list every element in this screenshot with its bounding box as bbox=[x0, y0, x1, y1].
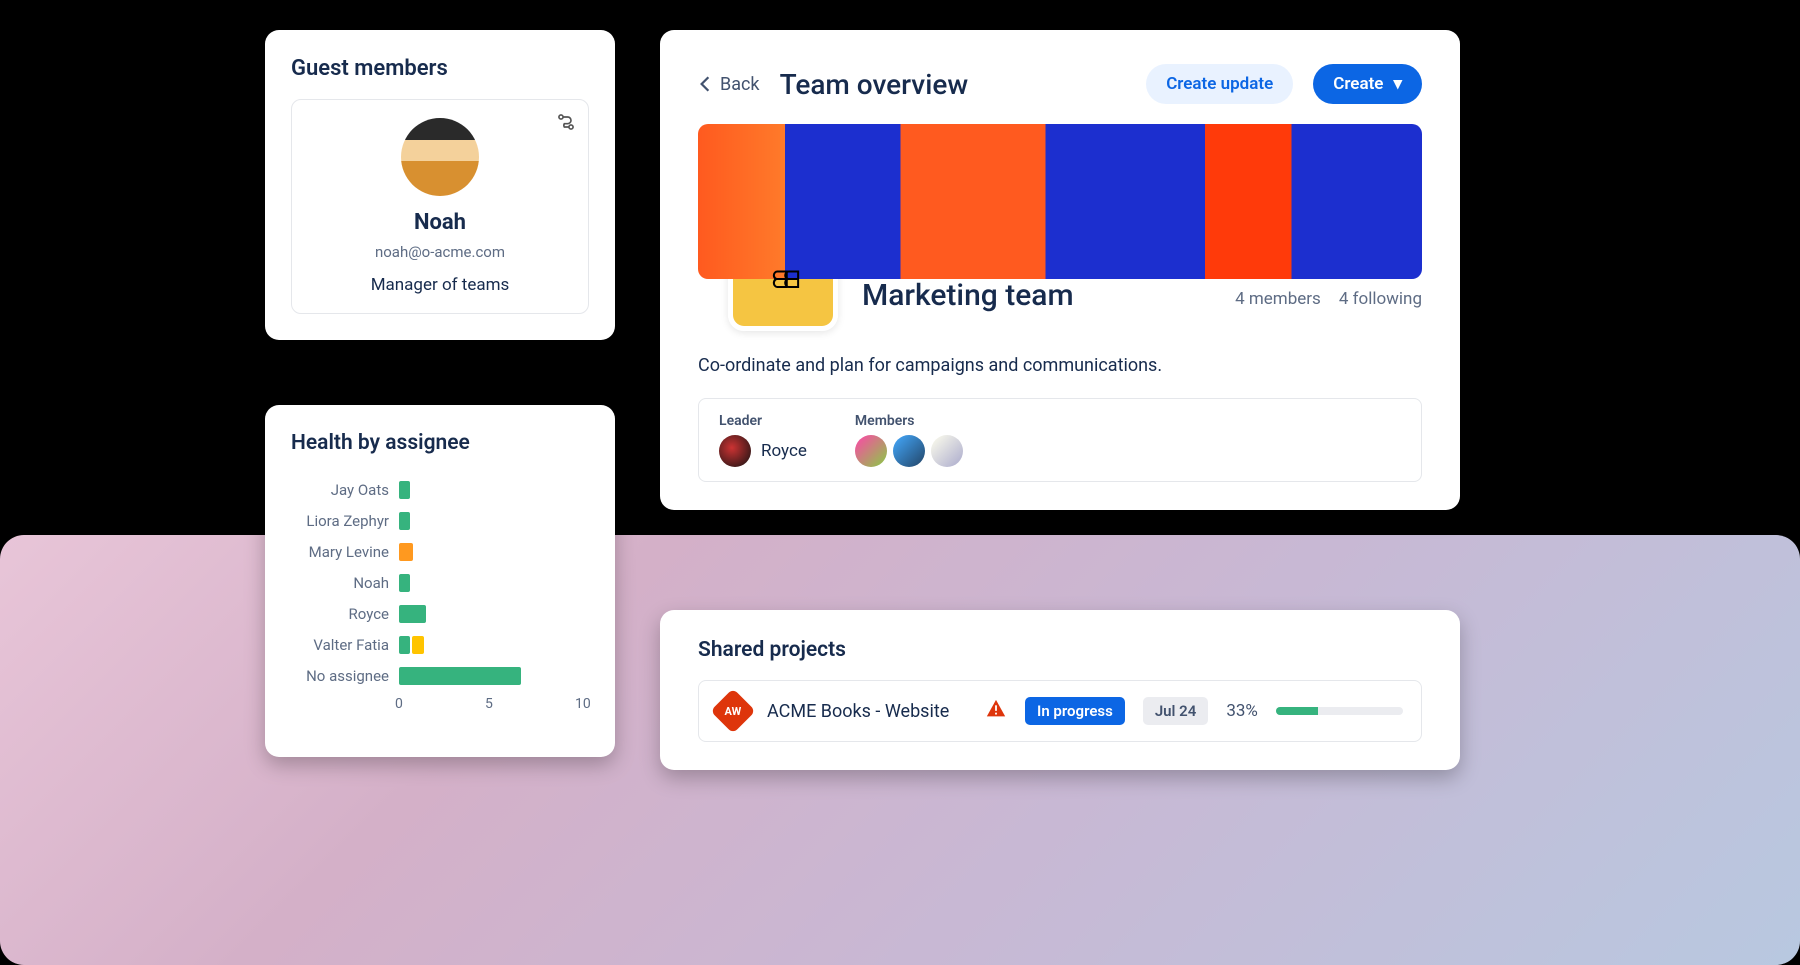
following-count: 4 following bbox=[1339, 289, 1422, 309]
overview-title: Team overview bbox=[780, 68, 1127, 101]
chart-bar bbox=[399, 481, 410, 499]
members-count: 4 members bbox=[1235, 289, 1321, 309]
health-chart: Jay Oats Liora Zephyr Mary Levine Noah Royce… bbox=[291, 475, 589, 735]
chevron-down-icon: ▾ bbox=[1393, 74, 1402, 94]
guest-section-title: Guest members bbox=[291, 56, 589, 81]
guest-role: Manager of teams bbox=[371, 275, 510, 295]
chart-label: Mary Levine bbox=[291, 543, 399, 561]
status-badge: In progress bbox=[1025, 697, 1125, 725]
chart-label: Jay Oats bbox=[291, 481, 399, 499]
team-name: Marketing team bbox=[862, 278, 1217, 331]
chart-bar bbox=[399, 512, 410, 530]
health-card: Health by assignee Jay Oats Liora Zephyr M… bbox=[265, 405, 615, 757]
chart-tick: 5 bbox=[485, 696, 493, 712]
chart-tick: 0 bbox=[395, 696, 403, 712]
chart-label: Valter Fatia bbox=[291, 636, 399, 654]
chart-label: Royce bbox=[291, 605, 399, 623]
leader-avatar[interactable] bbox=[719, 435, 751, 467]
chart-bar bbox=[399, 543, 413, 561]
back-button[interactable]: Back bbox=[698, 74, 760, 95]
create-button[interactable]: Create ▾ bbox=[1313, 64, 1422, 104]
member-avatar[interactable] bbox=[855, 435, 887, 467]
chart-bar bbox=[399, 605, 426, 623]
back-label: Back bbox=[720, 74, 760, 95]
chart-bar bbox=[412, 636, 425, 654]
guest-name: Noah bbox=[414, 210, 466, 235]
chart-label: Liora Zephyr bbox=[291, 512, 399, 530]
project-icon: AW bbox=[710, 688, 755, 733]
leader-label: Leader bbox=[719, 413, 807, 429]
create-label: Create bbox=[1333, 74, 1383, 94]
chart-label: No assignee bbox=[291, 667, 399, 685]
member-avatar[interactable] bbox=[931, 435, 963, 467]
warning-icon bbox=[985, 698, 1007, 724]
guest-member-tile[interactable]: Noah noah@o-acme.com Manager of teams bbox=[291, 99, 589, 314]
shared-title: Shared projects bbox=[698, 638, 1422, 662]
leader-name: Royce bbox=[761, 441, 807, 461]
guest-members-card: Guest members Noah noah@o-acme.com Manag… bbox=[265, 30, 615, 340]
progress-bar bbox=[1276, 707, 1403, 715]
link-icon bbox=[556, 112, 576, 136]
guest-avatar bbox=[401, 118, 479, 196]
progress-percent: 33% bbox=[1226, 701, 1258, 721]
project-name: ACME Books - Website bbox=[767, 701, 967, 722]
chart-label: Noah bbox=[291, 574, 399, 592]
team-description: Co-ordinate and plan for campaigns and c… bbox=[698, 355, 1422, 376]
chart-tick: 10 bbox=[575, 696, 591, 712]
guest-email: noah@o-acme.com bbox=[375, 243, 505, 261]
member-avatar[interactable] bbox=[893, 435, 925, 467]
team-overview-card: Back Team overview Create update Create … bbox=[660, 30, 1460, 510]
chart-bar bbox=[399, 574, 410, 592]
project-row[interactable]: AW ACME Books - Website In progress Jul … bbox=[698, 680, 1422, 742]
team-banner bbox=[698, 124, 1422, 279]
team-meta: 4 members 4 following bbox=[1235, 289, 1422, 331]
shared-projects-card: Shared projects AW ACME Books - Website … bbox=[660, 610, 1460, 770]
chart-bar bbox=[399, 636, 410, 654]
create-update-button[interactable]: Create update bbox=[1146, 64, 1293, 104]
date-badge: Jul 24 bbox=[1143, 697, 1209, 725]
chart-bar bbox=[399, 667, 521, 685]
team-people-box: Leader Royce Members bbox=[698, 398, 1422, 482]
members-label: Members bbox=[855, 413, 963, 429]
health-title: Health by assignee bbox=[291, 431, 589, 455]
